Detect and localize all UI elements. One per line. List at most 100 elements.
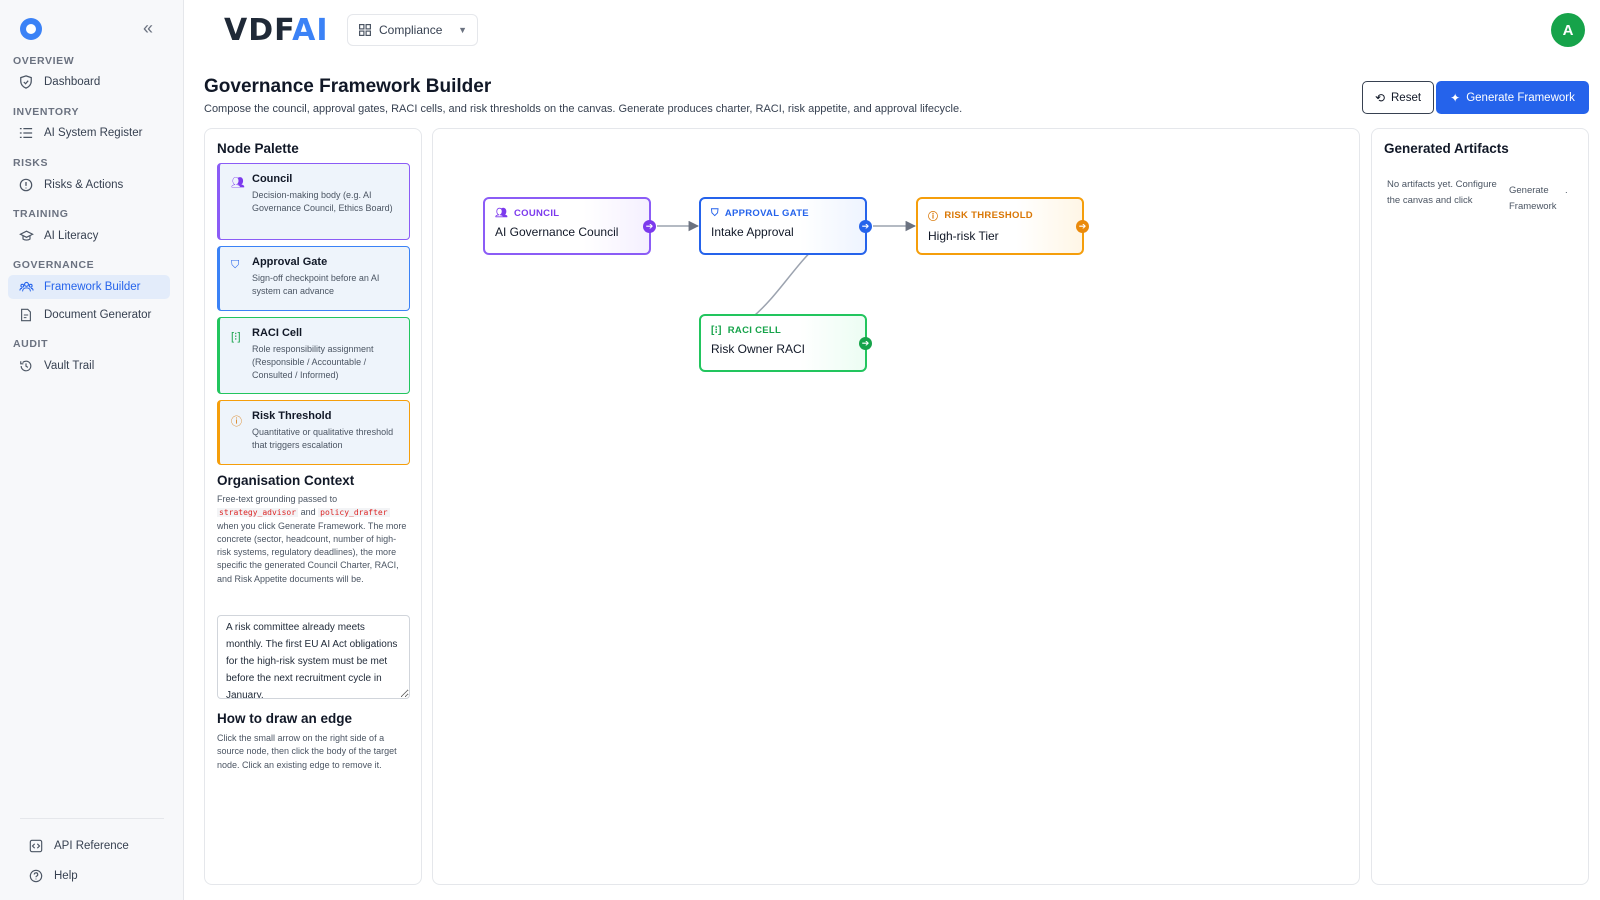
edge-port-arrow-icon[interactable]: ➔ (859, 220, 872, 233)
node-type: RISK THRESHOLD (944, 210, 1033, 221)
history-icon (18, 358, 34, 374)
collapse-sidebar-icon[interactable]: « (138, 18, 158, 38)
palette-item-council[interactable]: 👥︎ Council Decision-making body (e.g. AI… (217, 163, 410, 240)
nav-item-label: Risks & Actions (44, 179, 124, 191)
context-and: and (300, 507, 316, 518)
users-icon: 👥︎ (231, 177, 245, 189)
list-icon (18, 125, 34, 141)
node-name: Intake Approval (711, 225, 794, 239)
palette-title: Node Palette (217, 141, 299, 156)
workspace-label: Compliance (379, 23, 443, 37)
generate-label: Generate Framework (1466, 91, 1575, 104)
page-subtitle: Compose the council, approval gates, RAC… (204, 103, 963, 115)
artifacts-title: Generated Artifacts (1384, 141, 1509, 156)
page-title: Governance Framework Builder (204, 76, 492, 97)
node-type: RACI CELL (727, 325, 782, 336)
empty-text-2: Generate Framework (1509, 185, 1557, 212)
empty-text-3: . (1565, 185, 1568, 196)
reset-button[interactable]: ⟲ Reset (1362, 81, 1434, 114)
palette-item-desc: Role responsibility assignment (Responsi… (252, 344, 374, 380)
palette-item-approval-gate[interactable]: ⛉ Approval Gate Sign-off checkpoint befo… (217, 246, 410, 311)
nav-item-label: Framework Builder (44, 281, 141, 293)
palette-item-title: RACI Cell (252, 327, 303, 339)
palette-item-title: Council (252, 173, 293, 185)
nav-item-label: Dashboard (44, 76, 101, 88)
context-desc-before: Free-text grounding passed to (217, 494, 338, 504)
nav-section-overview: OVERVIEW (13, 55, 75, 67)
canvas-node-raci-cell[interactable]: [⁝] RACI CELL Risk Owner RACI ➔ (699, 314, 872, 372)
palette-item-title: Risk Threshold (252, 410, 332, 422)
shield-icon (18, 74, 34, 90)
alert-circle-icon: ⓘ (928, 212, 939, 223)
canvas-node-approval-gate[interactable]: ⛉ APPROVAL GATE Intake Approval ➔ (699, 197, 872, 255)
org-context-desc: Free-text grounding passed to strategy_a… (217, 493, 409, 586)
shield-check-icon: ⛉ (711, 208, 719, 219)
palette-item-desc: Quantitative or qualitative threshold th… (252, 427, 394, 450)
nav-item-ai-system-register[interactable]: AI System Register (8, 121, 170, 145)
context-desc-after: when you click Generate Framework. The m… (217, 520, 407, 584)
nav-item-framework-builder[interactable]: Framework Builder (8, 275, 170, 299)
refresh-icon: ⟲ (1374, 90, 1385, 105)
nav-section-risks: RISKS (13, 157, 49, 169)
nav-section-governance: GOVERNANCE (13, 259, 95, 271)
nav-item-label: Help (54, 870, 78, 882)
nav-item-label: AI Literacy (44, 230, 99, 242)
nav-item-api-reference[interactable]: API Reference (18, 834, 180, 858)
alert-circle-icon: ⓘ (231, 416, 242, 428)
generated-artifacts-panel: Generated Artifacts No artifacts yet. Co… (1371, 128, 1589, 885)
nav-item-ai-literacy[interactable]: AI Literacy (8, 224, 170, 248)
app-logo[interactable] (20, 18, 42, 40)
org-context-title: Organisation Context (217, 473, 355, 488)
palette-item-desc: Decision-making body (e.g. AI Governance… (252, 190, 393, 213)
brackets-icon: [⁝] (711, 325, 722, 336)
nav-item-dashboard[interactable]: Dashboard (8, 70, 170, 94)
canvas-node-council[interactable]: 👥︎ COUNCIL AI Governance Council ➔ (483, 197, 656, 255)
users-icon: 👥︎ (495, 208, 508, 219)
node-name: High-risk Tier (928, 229, 999, 243)
org-context-input[interactable]: A risk committee already meets monthly. … (217, 615, 410, 699)
users-icon (18, 279, 34, 295)
grid-icon (359, 24, 371, 36)
generate-framework-button[interactable]: ✦ Generate Framework (1436, 81, 1589, 114)
brand-right: AI (292, 13, 329, 48)
nav-section-inventory: INVENTORY (13, 106, 80, 118)
howto-text: Click the small arrow on the right side … (217, 733, 397, 770)
shield-check-icon: ⛉ (231, 259, 240, 271)
empty-text-1: No artifacts yet. Configure the canvas a… (1387, 179, 1497, 206)
avatar[interactable]: A (1551, 13, 1585, 47)
palette-item-title: Approval Gate (252, 256, 328, 268)
edge-port-arrow-icon[interactable]: ➔ (859, 337, 872, 350)
brand-logo[interactable]: VDFAI (224, 13, 329, 48)
nav-item-label: Vault Trail (44, 360, 95, 372)
howto-title: How to draw an edge (217, 711, 353, 726)
canvas-node-risk-threshold[interactable]: ⓘ RISK THRESHOLD High-risk Tier ➔ (916, 197, 1089, 255)
node-type: COUNCIL (514, 208, 560, 219)
nav-item-label: Document Generator (44, 309, 152, 321)
reset-label: Reset (1391, 91, 1422, 104)
nav-item-document-generator[interactable]: Document Generator (8, 303, 170, 327)
chevron-down-icon: ▼ (458, 25, 467, 35)
brand-left: VDF (224, 13, 293, 48)
node-palette-panel: Node Palette 👥︎ Council Decision-making … (204, 128, 422, 885)
palette-item-risk-threshold[interactable]: ⓘ Risk Threshold Quantitative or qualita… (217, 400, 410, 465)
edge-port-arrow-icon[interactable]: ➔ (643, 220, 656, 233)
artifacts-empty-state: No artifacts yet. Configure the canvas a… (1387, 177, 1577, 215)
document-icon (18, 307, 34, 323)
code-policy-drafter: policy_drafter (318, 508, 390, 518)
edge-port-arrow-icon[interactable]: ➔ (1076, 220, 1089, 233)
node-type: APPROVAL GATE (724, 208, 809, 219)
nav-item-risks-actions[interactable]: Risks & Actions (8, 173, 170, 197)
sidebar-divider (20, 818, 164, 819)
code-strategy-advisor: strategy_advisor (217, 508, 299, 518)
nav-item-vault-trail[interactable]: Vault Trail (8, 354, 170, 378)
nav-item-help[interactable]: Help (18, 864, 180, 888)
code-icon (28, 838, 44, 854)
sidebar: « OVERVIEW Dashboard INVENTORY AI System… (0, 0, 184, 900)
nav-section-audit: AUDIT (13, 338, 49, 350)
palette-item-desc: Sign-off checkpoint before an AI system … (252, 273, 380, 296)
workspace-select[interactable]: Compliance ▼ (347, 14, 478, 46)
alert-circle-icon (18, 177, 34, 193)
palette-item-raci-cell[interactable]: [⁝] RACI Cell Role responsibility assign… (217, 317, 410, 394)
node-name: Risk Owner RACI (711, 342, 806, 356)
framework-canvas[interactable]: 👥︎ COUNCIL AI Governance Council ➔ ⛉ APPRO… (432, 128, 1360, 885)
